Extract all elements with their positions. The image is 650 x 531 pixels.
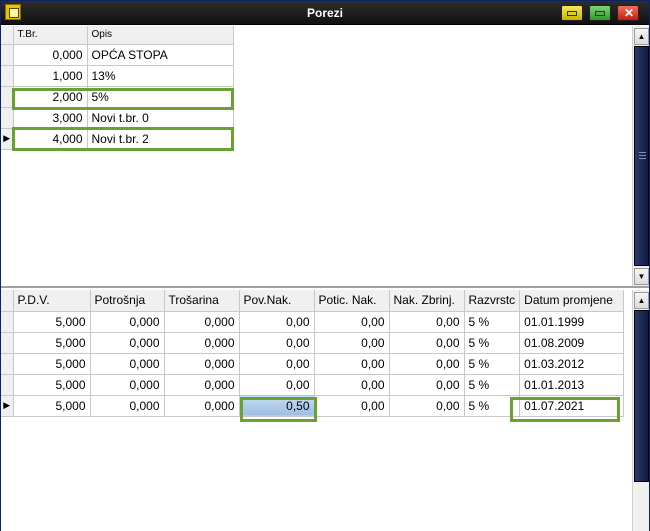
- highlight-row-5pct: [12, 88, 234, 110]
- scroll-up-button[interactable]: ▲: [634, 292, 649, 309]
- cell-potrosnja[interactable]: 0,000: [90, 395, 165, 417]
- row-indicator: [1, 65, 14, 87]
- cell-povnak[interactable]: 0,00: [239, 332, 315, 354]
- row-indicator: [1, 44, 14, 66]
- cell-poticnak[interactable]: 0,00: [314, 332, 390, 354]
- cell-potrosnja[interactable]: 0,000: [90, 353, 165, 375]
- column-header-poticnak[interactable]: Potic. Nak.: [314, 290, 390, 312]
- cell-datum[interactable]: 01.03.2012: [519, 353, 625, 375]
- current-row-indicator: ▶: [1, 395, 14, 417]
- cell-opis[interactable]: 13%: [87, 65, 234, 87]
- row-indicator: [1, 374, 14, 396]
- cell-pdv[interactable]: 5,000: [13, 374, 91, 396]
- column-header-povnak[interactable]: Pov.Nak.: [239, 290, 315, 312]
- tax-rates-pane: T.Br. Opis 0,000 OPĆA STOPA 1,000 13% 2,…: [1, 26, 649, 288]
- row-indicator-header: [1, 290, 14, 312]
- table-row[interactable]: 5,000 0,000 0,000 0,00 0,00 0,00 5 % 01.…: [1, 374, 625, 396]
- table-row[interactable]: 5,000 0,000 0,000 0,00 0,00 0,00 5 % 01.…: [1, 332, 625, 354]
- row-indicator: [1, 353, 14, 375]
- row-indicator: [1, 107, 14, 129]
- bottom-vertical-scrollbar[interactable]: ▲: [632, 290, 649, 531]
- highlight-datum-cell: [510, 397, 620, 422]
- highlight-row-novi-tbr-2: [12, 127, 234, 151]
- cell-nakzbrinj[interactable]: 0,00: [389, 395, 465, 417]
- scroll-thumb[interactable]: [634, 46, 649, 266]
- table-row[interactable]: 5,000 0,000 0,000 0,00 0,00 0,00 5 % 01.…: [1, 311, 625, 333]
- cell-datum[interactable]: 01.01.2013: [519, 374, 625, 396]
- cell-datum[interactable]: 01.08.2009: [519, 332, 625, 354]
- scroll-down-button[interactable]: ▼: [634, 268, 649, 285]
- cell-pdv[interactable]: 5,000: [13, 395, 91, 417]
- table-row[interactable]: 0,000 OPĆA STOPA: [1, 44, 234, 66]
- grip-line: [639, 152, 646, 153]
- cell-razvrst[interactable]: 5 %: [464, 332, 521, 354]
- grip-line: [639, 158, 646, 159]
- cell-pdv[interactable]: 5,000: [13, 311, 91, 333]
- window-title: Porezi: [306, 6, 343, 20]
- tax-history-pane: P.D.V. Potrošnja Trošarina Pov.Nak. Poti…: [1, 290, 649, 531]
- minimize-button[interactable]: [561, 5, 583, 21]
- cell-povnak[interactable]: 0,00: [239, 374, 315, 396]
- row-indicator-header: [1, 26, 14, 45]
- cell-poticnak[interactable]: 0,00: [314, 353, 390, 375]
- cell-tbr[interactable]: 0,000: [13, 44, 88, 66]
- row-indicator: [1, 332, 14, 354]
- column-header-potrosnja[interactable]: Potrošnja: [90, 290, 165, 312]
- cell-tbr[interactable]: 3,000: [13, 107, 88, 129]
- cell-tbr[interactable]: 1,000: [13, 65, 88, 87]
- scroll-up-button[interactable]: ▲: [634, 28, 649, 45]
- table-row[interactable]: 3,000 Novi t.br. 0: [1, 107, 234, 129]
- column-header-trosarina[interactable]: Trošarina: [164, 290, 240, 312]
- cell-poticnak[interactable]: 0,00: [314, 395, 390, 417]
- cell-trosarina[interactable]: 0,000: [164, 332, 240, 354]
- column-header-razvrst[interactable]: Razvrstc: [464, 290, 521, 312]
- cell-razvrst[interactable]: 5 %: [464, 374, 521, 396]
- maximize-button[interactable]: [589, 5, 611, 21]
- cell-pdv[interactable]: 5,000: [13, 332, 91, 354]
- cell-pdv[interactable]: 5,000: [13, 353, 91, 375]
- column-header-datum[interactable]: Datum promjene: [519, 290, 625, 312]
- cell-nakzbrinj[interactable]: 0,00: [389, 353, 465, 375]
- column-header-nakzbrinj[interactable]: Nak. Zbrinj.: [389, 290, 465, 312]
- column-header-tbr[interactable]: T.Br.: [13, 26, 88, 45]
- title-bar[interactable]: Porezi ✕: [1, 1, 649, 25]
- cell-razvrst[interactable]: 5 %: [464, 311, 521, 333]
- column-header-opis[interactable]: Opis: [87, 26, 234, 45]
- highlight-povnak-cell: [240, 397, 317, 422]
- porezi-window: Porezi ✕ T.Br. Opis 0,000 OPĆA STOPA 1,0…: [0, 0, 650, 531]
- cell-nakzbrinj[interactable]: 0,00: [389, 374, 465, 396]
- cell-opis[interactable]: OPĆA STOPA: [87, 44, 234, 66]
- minimize-icon: [567, 11, 577, 16]
- close-icon: ✕: [624, 6, 635, 20]
- close-button[interactable]: ✕: [617, 5, 639, 21]
- grip-line: [639, 155, 646, 156]
- cell-potrosnja[interactable]: 0,000: [90, 374, 165, 396]
- scroll-thumb[interactable]: [634, 310, 649, 482]
- table-row[interactable]: 1,000 13%: [1, 65, 234, 87]
- maximize-icon: [595, 11, 605, 16]
- cell-trosarina[interactable]: 0,000: [164, 311, 240, 333]
- cell-nakzbrinj[interactable]: 0,00: [389, 332, 465, 354]
- cell-poticnak[interactable]: 0,00: [314, 311, 390, 333]
- column-header-pdv[interactable]: P.D.V.: [13, 290, 91, 312]
- cell-razvrst[interactable]: 5 %: [464, 353, 521, 375]
- cell-potrosnja[interactable]: 0,000: [90, 311, 165, 333]
- cell-trosarina[interactable]: 0,000: [164, 395, 240, 417]
- top-vertical-scrollbar[interactable]: ▲ ▼: [632, 26, 649, 286]
- cell-potrosnja[interactable]: 0,000: [90, 332, 165, 354]
- cell-nakzbrinj[interactable]: 0,00: [389, 311, 465, 333]
- cell-poticnak[interactable]: 0,00: [314, 374, 390, 396]
- row-indicator: [1, 311, 14, 333]
- cell-datum[interactable]: 01.01.1999: [519, 311, 625, 333]
- cell-povnak[interactable]: 0,00: [239, 353, 315, 375]
- cell-trosarina[interactable]: 0,000: [164, 374, 240, 396]
- cell-povnak[interactable]: 0,00: [239, 311, 315, 333]
- cell-opis[interactable]: Novi t.br. 0: [87, 107, 234, 129]
- table-row[interactable]: 5,000 0,000 0,000 0,00 0,00 0,00 5 % 01.…: [1, 353, 625, 375]
- cell-trosarina[interactable]: 0,000: [164, 353, 240, 375]
